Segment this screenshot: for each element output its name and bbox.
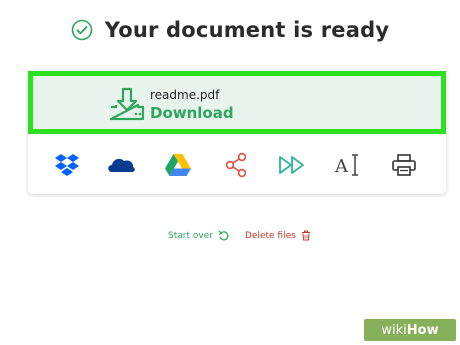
watermark-prefix: wiki (381, 322, 407, 338)
check-circle-icon (71, 19, 93, 41)
file-name: readme.pdf (150, 88, 220, 102)
start-over-label: Start over (168, 230, 213, 241)
share-icon (225, 152, 247, 178)
download-link[interactable]: Download (150, 104, 234, 122)
dropbox-button[interactable] (51, 150, 83, 180)
start-over-link[interactable]: Start over (168, 230, 229, 241)
export-toolbar: A (28, 136, 446, 194)
dropbox-icon (55, 154, 79, 176)
fast-forward-icon (279, 156, 304, 174)
page-title: Your document is ready (104, 18, 390, 42)
watermark-suffix: How (406, 322, 439, 338)
footer-actions: Start over Delete files (0, 230, 460, 248)
printer-icon (392, 154, 416, 176)
undo-icon (218, 230, 229, 241)
page-header: Your document is ready (0, 18, 460, 42)
google-drive-button[interactable] (162, 150, 194, 180)
onedrive-icon (108, 158, 135, 172)
google-drive-icon (165, 154, 191, 176)
onedrive-button[interactable] (105, 150, 137, 180)
svg-text:A: A (334, 156, 349, 177)
share-button[interactable] (220, 150, 252, 180)
continue-button[interactable] (276, 150, 308, 180)
text-cursor-icon: A (334, 154, 358, 177)
download-panel[interactable]: readme.pdf Download (28, 71, 446, 134)
delete-files-label: Delete files (245, 230, 296, 241)
delete-files-link[interactable]: Delete files (245, 230, 311, 241)
download-tray-icon[interactable] (107, 85, 147, 125)
print-button[interactable] (388, 150, 420, 180)
wikihow-watermark: wiki How (364, 319, 456, 341)
ocr-button[interactable]: A (332, 150, 364, 180)
trash-icon (301, 230, 310, 241)
